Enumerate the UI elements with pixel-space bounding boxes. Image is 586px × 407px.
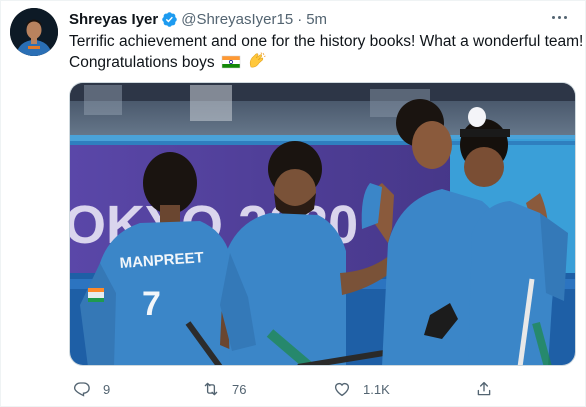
tweet-text-line-2: Congratulations boys (69, 52, 579, 73)
display-name[interactable]: Shreyas Iyer (69, 11, 158, 28)
like-count: 1.1K (363, 381, 390, 397)
handle[interactable]: @ShreyasIyer15 (181, 11, 293, 28)
avatar[interactable] (10, 8, 58, 56)
reply-button[interactable]: 9 (73, 377, 110, 401)
tweet-text-line-2-words: Congratulations boys (69, 54, 215, 71)
tweet-card[interactable]: Shreyas Iyer @ShreyasIyer15 · 5m Terrifi… (0, 0, 586, 407)
like-button[interactable]: 1.1K (333, 377, 390, 401)
retweet-count: 76 (232, 381, 247, 397)
share-icon (477, 381, 491, 396)
retweet-button[interactable]: 76 (202, 377, 246, 401)
reply-icon (73, 382, 90, 397)
tweet-text-line-1: Terrific achievement and one for the his… (69, 33, 584, 50)
indian-flag-icon (221, 55, 241, 69)
tweet-header: Shreyas Iyer @ShreyasIyer15 · 5m (69, 9, 327, 29)
jersey-number: 7 (142, 285, 161, 323)
tweet-photo[interactable]: OKYO 2020 MANPREET 7 (69, 82, 576, 366)
tweet-actions: 9 76 1.1K (69, 377, 569, 401)
timestamp[interactable]: 5m (306, 11, 327, 28)
tweet-text: Terrific achievement and one for the his… (69, 32, 584, 73)
clapping-hands-icon (250, 52, 266, 68)
share-button[interactable] (475, 377, 493, 401)
retweet-icon (204, 382, 218, 396)
more-options-icon[interactable] (547, 7, 571, 27)
separator-dot: · (297, 10, 303, 28)
reply-count: 9 (103, 381, 111, 397)
verified-badge-icon (162, 11, 177, 27)
heart-icon (334, 382, 350, 397)
